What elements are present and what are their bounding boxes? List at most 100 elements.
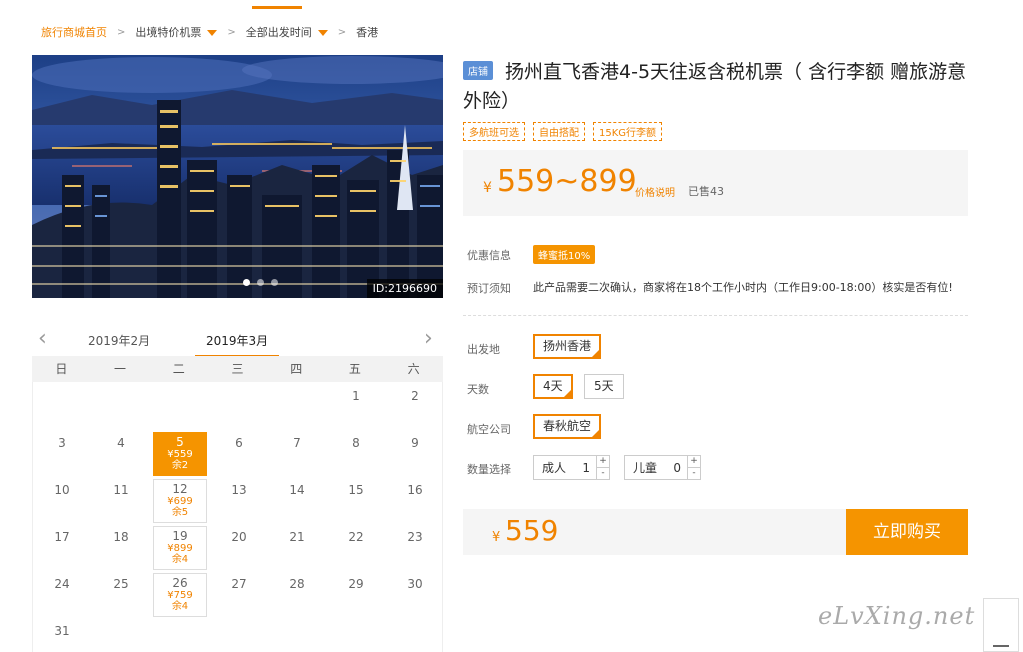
booking-notice-text: 此产品需要二次确认，商家将在18个工作小时内（工作日9:00-18:00）核实是… <box>533 281 953 294</box>
weekday-label: 一 <box>114 362 127 376</box>
carousel-dot[interactable] <box>257 279 264 286</box>
calendar-day-number: 24 <box>54 577 70 591</box>
calendar-day-number: 5 <box>176 435 184 449</box>
calendar-day: 23 <box>388 523 442 567</box>
discount-label: 优惠信息 <box>467 249 511 262</box>
calendar-day-available[interactable]: 19 ¥899 余4 <box>153 526 207 570</box>
calendar-day-number: 1 <box>352 389 360 403</box>
calendar-day-number: 23 <box>407 530 423 544</box>
calendar-day-price: ¥699 <box>167 496 193 507</box>
menu-line <box>993 645 1009 647</box>
hong-kong-skyline-image <box>32 55 443 298</box>
calendar-day-available[interactable]: 5 ¥559 余2 <box>153 432 207 476</box>
calendar-prev-month-tab[interactable]: 2019年2月 <box>88 332 150 349</box>
calendar-day: 24 <box>35 570 89 614</box>
calendar-day-number: 25 <box>113 577 129 591</box>
product-title: 扬州直飞香港4-5天往返含税机票（ 含行李额 赠旅游意外险） <box>463 61 967 112</box>
calendar-day: 8 <box>329 429 383 473</box>
sold-count: 已售43 <box>688 185 724 198</box>
adult-quantity-stepper[interactable]: 成人 1 + - <box>533 455 611 480</box>
calendar-day-number: 7 <box>293 436 301 450</box>
plus-button[interactable]: + <box>688 456 701 468</box>
adult-quantity-value[interactable]: 1 <box>574 461 596 475</box>
calendar-day: 4 <box>94 429 148 473</box>
chevron-right-icon[interactable]: › <box>424 328 433 350</box>
breadcrumb-current: 香港 <box>356 26 379 39</box>
hero-image-carousel[interactable]: ID:2196690 <box>32 55 443 298</box>
calendar-day-number: 3 <box>58 436 66 450</box>
calendar-day: 31 <box>35 617 89 652</box>
watermark: eLvXing.net <box>818 602 976 630</box>
departure-option-selected[interactable]: 扬州香港 <box>533 334 602 359</box>
days-option-5[interactable]: 5天 <box>584 374 624 399</box>
days-option-4[interactable]: 4天 <box>533 374 573 399</box>
calendar-day-available[interactable]: 26 ¥759 余4 <box>153 573 207 617</box>
calendar-day-number: 29 <box>348 577 364 591</box>
weekday-label: 六 <box>407 362 420 376</box>
child-label: 儿童 <box>633 461 658 475</box>
calendar-day-number: 11 <box>113 483 129 497</box>
calendar-day-remaining: 余5 <box>171 507 189 518</box>
calendar-day: 14 <box>270 476 324 520</box>
breadcrumb-item-departure-time-label: 全部出发时间 <box>245 26 312 39</box>
calendar-day: 6 <box>212 429 266 473</box>
buy-now-button[interactable]: 立即购买 <box>846 509 968 555</box>
calendar-day-number: 28 <box>289 577 305 591</box>
calendar-day-number: 26 <box>172 576 188 590</box>
breadcrumb-separator: > <box>117 26 126 38</box>
calendar-day: 22 <box>329 523 383 567</box>
calendar-day: 15 <box>329 476 383 520</box>
calendar-day-number: 9 <box>411 436 419 450</box>
calendar-day-number: 18 <box>113 530 129 544</box>
child-quantity-value[interactable]: 0 <box>665 461 687 475</box>
product-tags: 多航班可选 自由搭配 15KG行李额 <box>463 122 663 141</box>
airline-option-selected[interactable]: 春秋航空 <box>533 414 602 439</box>
shop-badge[interactable]: 店铺 <box>463 61 493 80</box>
calendar-current-month-tab[interactable]: 2019年3月 <box>206 332 268 349</box>
breadcrumb: 旅行商城首页 > 出境特价机票 > 全部出发时间 > 香港 <box>41 24 378 40</box>
calendar-day-number: 4 <box>117 436 125 450</box>
notice-label: 预订须知 <box>467 282 511 295</box>
side-menu-icon[interactable] <box>983 598 1019 652</box>
carousel-dots <box>243 279 278 286</box>
carousel-dot[interactable] <box>243 279 250 286</box>
weekday-label: 日 <box>55 362 68 376</box>
price-range: 559~899 <box>497 164 637 199</box>
calendar-day-number: 8 <box>352 436 360 450</box>
calendar-day-number: 6 <box>235 436 243 450</box>
calendar-day: 11 <box>94 476 148 520</box>
breadcrumb-item-departure-time[interactable]: 全部出发时间 <box>246 24 328 40</box>
breadcrumb-home-link[interactable]: 旅行商城首页 <box>41 24 107 40</box>
divider <box>463 315 968 316</box>
breadcrumb-item-flights[interactable]: 出境特价机票 <box>135 24 218 40</box>
minus-button[interactable]: - <box>688 468 700 479</box>
calendar-day: 29 <box>329 570 383 614</box>
product-tag: 多航班可选 <box>463 122 525 141</box>
child-quantity-stepper[interactable]: 儿童 0 + - <box>624 455 702 480</box>
days-label: 天数 <box>467 383 489 396</box>
calendar-day-available[interactable]: 12 ¥699 余5 <box>153 479 207 523</box>
image-id-label: ID:2196690 <box>366 279 443 298</box>
minus-button[interactable]: - <box>597 468 609 479</box>
price-explanation-link[interactable]: 价格说明 <box>635 184 675 199</box>
adult-label: 成人 <box>542 461 567 475</box>
calendar-day-number: 21 <box>289 530 305 544</box>
calendar-day-remaining: 余2 <box>171 460 189 471</box>
calendar-day-number: 17 <box>54 530 70 544</box>
calendar-day-number: 2 <box>411 389 419 403</box>
breadcrumb-separator: > <box>227 26 236 38</box>
breadcrumb-separator: > <box>337 26 347 38</box>
carousel-dot[interactable] <box>271 279 278 286</box>
calendar-day: 7 <box>270 429 324 473</box>
calendar-day: 25 <box>94 570 148 614</box>
plus-button[interactable]: + <box>597 456 610 468</box>
calendar-day: 17 <box>35 523 89 567</box>
chevron-left-icon[interactable]: ‹ <box>38 328 47 350</box>
calendar-day: 16 <box>388 476 442 520</box>
breadcrumb-item-flights-label: 出境特价机票 <box>135 26 202 39</box>
calendar-day-number: 15 <box>348 483 364 497</box>
caret-down-icon <box>207 30 218 36</box>
product-tag: 自由搭配 <box>533 122 585 141</box>
calendar-day-price: ¥899 <box>167 543 193 554</box>
calendar-day-number: 12 <box>172 482 188 496</box>
